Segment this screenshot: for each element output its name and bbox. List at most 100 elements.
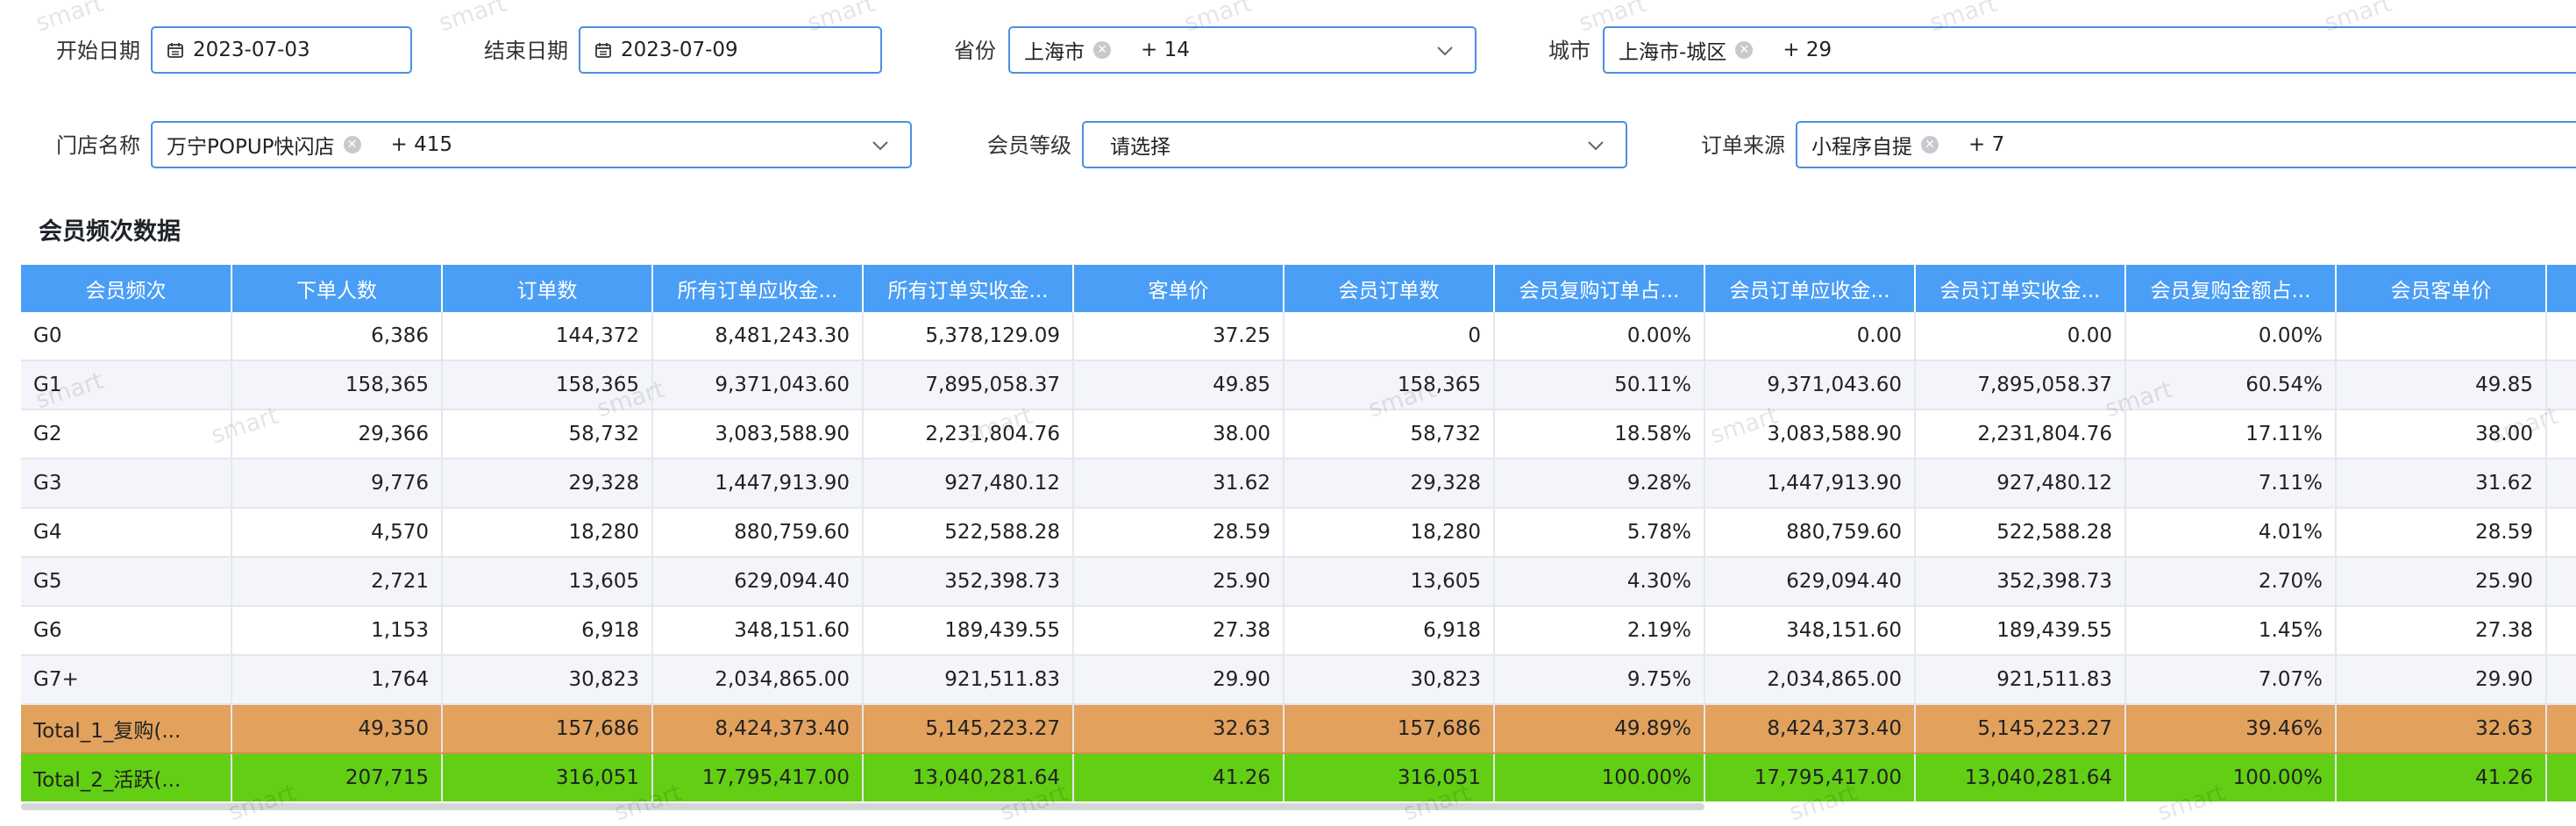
close-icon[interactable]: ✕ (1093, 41, 1111, 59)
table-cell: 9,776 (231, 459, 443, 509)
column-header[interactable]: 会员复购订单占... (1494, 265, 1705, 312)
table-row[interactable]: G5 2,721 13,605 629,094.40 352,398.73 25.90 13… (21, 557, 2576, 607)
table-cell: 0.00% (1494, 312, 1705, 361)
table-row[interactable]: G2 29,366 58,732 3,083,588.90 2,231,804.76 38… (21, 409, 2576, 459)
table-cell: 5,378,129.09 (863, 312, 1074, 361)
table-cell: 13,605 (1284, 557, 1495, 607)
table-cell: 189,439.55 (863, 606, 1074, 656)
table-cell: 100.00% (2125, 753, 2337, 801)
column-header[interactable]: 客单价 (1073, 265, 1284, 312)
column-header[interactable]: 会员频次 (21, 265, 232, 312)
close-icon[interactable]: ✕ (1735, 41, 1754, 59)
table-cell: 1.45% (2125, 606, 2337, 656)
store-tag-label: 万宁POPUP快闪店 (167, 136, 335, 159)
table-row[interactable]: G4 4,570 18,280 880,759.60 522,588.28 28.59 18… (21, 508, 2576, 558)
order-source-select[interactable]: 小程序自提 ✕ + 7 (1796, 121, 2576, 168)
table-cell: 31.62 (2336, 459, 2547, 509)
table-cell: 29.90 (2336, 655, 2547, 705)
table-cell: 927,480.12 (1915, 459, 2126, 509)
table-cell: 157,686 (442, 704, 653, 754)
table-cell: 927,480.12 (863, 459, 1074, 509)
column-header[interactable]: 会员订单数 (1284, 265, 1495, 312)
row-label-cell: Total_1_复购(... (21, 704, 232, 754)
end-date-label: 结束日期 (484, 39, 568, 63)
column-header[interactable]: 所有订单实收金... (863, 265, 1074, 312)
table-cell: 25.90 (1073, 557, 1284, 607)
table-cell: 50.11% (1494, 360, 1705, 410)
table-row[interactable]: Total_1_复购(... 49,350 157,686 8,424,373.40 5… (21, 704, 2576, 754)
table-row[interactable]: G0 6,386 144,372 8,481,243.30 5,378,129.09 37… (21, 312, 2576, 361)
table-cell: 2,721 (231, 557, 443, 607)
store-select[interactable]: 万宁POPUP快闪店 ✕ + 415 (151, 121, 912, 168)
chevron-down-icon[interactable] (870, 135, 891, 156)
table-cell: 9,371,043.60 (1704, 360, 1916, 410)
table-cell: 629,094.40 (1704, 557, 1916, 607)
table-cell: 7.11% (2125, 459, 2337, 509)
table-cell: 58,732 (1284, 409, 1495, 459)
order-source-tag-label: 小程序自提 (1811, 136, 1912, 159)
table-cell: 31.62 (1073, 459, 1284, 509)
column-header[interactable]: 会员复购金额占... (2125, 265, 2337, 312)
chevron-down-icon[interactable] (1434, 40, 1455, 61)
table-row[interactable]: Total_2_活跃(... 207,715 316,051 17,795,417.0… (21, 753, 2576, 801)
order-source-label: 订单来源 (1701, 133, 1785, 158)
table-cell: 157,686 (1284, 704, 1495, 754)
member-level-placeholder: 请选择 (1110, 136, 1171, 159)
table-cell: 144,372 (442, 312, 653, 361)
start-date-picker[interactable]: 2023-07-03 (151, 26, 412, 74)
start-date-value: 2023-07-03 (193, 39, 310, 61)
table-row[interactable]: G7+ 1,764 30,823 2,034,865.00 921,511.83 29.9… (21, 655, 2576, 705)
table-cell: 207,715 (231, 753, 443, 801)
row-label-cell: G5 (21, 557, 232, 607)
province-select[interactable]: 上海市 ✕ + 14 (1008, 26, 1477, 74)
table-cell: 17.11% (2125, 409, 2337, 459)
table-row[interactable]: G1 158,365 158,365 9,371,043.60 7,895,058.37… (21, 360, 2576, 410)
city-select[interactable]: 上海市-城区 ✕ + 29 (1603, 26, 2576, 74)
table-cell: 18.58% (1494, 409, 1705, 459)
table-cell (2546, 459, 2576, 509)
table-cell: 880,759.60 (652, 508, 864, 558)
column-header[interactable]: 订单数 (442, 265, 653, 312)
province-tag: 上海市 ✕ (1024, 35, 1111, 65)
table-cell: 29,366 (231, 409, 443, 459)
table-cell: 6,386 (231, 312, 443, 361)
city-more-count: + 29 (1783, 39, 1832, 61)
calendar-icon (167, 43, 183, 58)
table-cell: 32.63 (1073, 704, 1284, 754)
frequency-table: 会员频次 下单人数 订单数 所有订单应收金... 所有订单实收金... 客单价 会员订单数会… (21, 265, 2576, 801)
filter-panel: 开始日期 2023-07-03 结束日期 2023-07-09 省份 上海市 ✕ … (0, 0, 2576, 193)
frequency-table-container: 会员频次 下单人数 订单数 所有订单应收金... 所有订单实收金... 客单价 会员订单数会… (21, 265, 2576, 801)
table-cell: 29,328 (442, 459, 653, 509)
member-level-select[interactable]: 请选择 (1082, 121, 1627, 168)
close-icon[interactable]: ✕ (1921, 136, 1939, 153)
table-cell: 2.19% (1494, 606, 1705, 656)
city-label: 城市 (1548, 39, 1590, 63)
table-cell: 158,365 (231, 360, 443, 410)
column-header[interactable]: 所有订单应收金... (652, 265, 864, 312)
table-cell: 6,918 (1284, 606, 1495, 656)
column-header[interactable]: 会员订单实收金... (1915, 265, 2126, 312)
chevron-down-icon[interactable] (1585, 135, 1606, 156)
table-cell: 522,588.28 (1915, 508, 2126, 558)
table-cell: 348,151.60 (652, 606, 864, 656)
column-header[interactable]: 下单人数 (231, 265, 443, 312)
end-date-picker[interactable]: 2023-07-09 (579, 26, 882, 74)
horizontal-scrollbar[interactable] (21, 803, 1704, 810)
table-cell (2546, 409, 2576, 459)
column-header[interactable]: 会员客单价 (2336, 265, 2547, 312)
table-cell (2546, 704, 2576, 754)
table-cell (2546, 508, 2576, 558)
row-label-cell: G2 (21, 409, 232, 459)
table-row[interactable]: G3 9,776 29,328 1,447,913.90 927,480.12 31.62… (21, 459, 2576, 509)
table-cell: 29,328 (1284, 459, 1495, 509)
order-source-more-count: + 7 (1968, 133, 2005, 156)
table-row[interactable]: G6 1,153 6,918 348,151.60 189,439.55 27.38 6,9… (21, 606, 2576, 656)
table-cell: 49,350 (231, 704, 443, 754)
column-header[interactable]: 会员订单应收金... (1704, 265, 1916, 312)
table-cell: 1,764 (231, 655, 443, 705)
city-tag: 上海市-城区 ✕ (1619, 35, 1754, 65)
close-icon[interactable]: ✕ (343, 136, 361, 153)
column-header[interactable] (2546, 265, 2576, 312)
row-label-cell: G3 (21, 459, 232, 509)
table-cell: 6,918 (442, 606, 653, 656)
